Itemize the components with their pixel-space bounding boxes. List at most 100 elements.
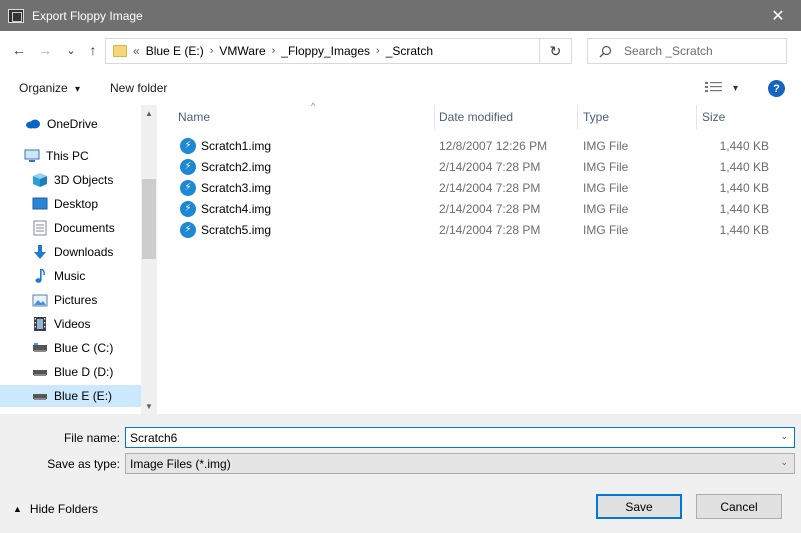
file-name: Scratch2.img	[201, 159, 272, 174]
cube-icon	[32, 173, 48, 187]
file-size: 1,440 KB	[719, 159, 769, 174]
scrollbar-thumb[interactable]	[142, 179, 156, 259]
sidebar-item-videos[interactable]: Videos	[0, 313, 141, 335]
table-row[interactable]: ⚡ Scratch5.img 2/14/2004 7:28 PM IMG File…	[173, 219, 793, 240]
file-name-cell: ⚡ Scratch2.img	[180, 156, 271, 177]
savetype-select[interactable]: Image Files (*.img) ⌄	[125, 453, 795, 474]
column-header-size[interactable]: Size	[697, 105, 793, 129]
drive-icon	[32, 365, 48, 379]
navigation-bar: ← → ⌄ ↑ « Blue E (E:) › VMWare › _Floppy…	[0, 31, 801, 71]
breadcrumb-floppy-images[interactable]: _Floppy_Images	[281, 44, 370, 58]
cloud-icon	[25, 117, 41, 131]
file-list: Name ^ Date modified Type Size ⚡ Scratch1…	[160, 101, 801, 414]
file-type: IMG File	[583, 180, 629, 195]
address-bar[interactable]: « Blue E (E:) › VMWare › _Floppy_Images …	[105, 38, 540, 64]
sidebar-item-music[interactable]: Music	[0, 265, 141, 287]
sidebar-item-desktop[interactable]: Desktop	[0, 193, 141, 215]
new-folder-button[interactable]: New folder	[110, 81, 167, 95]
forward-arrow-icon: →	[38, 42, 52, 58]
disk-image-icon: ⚡	[180, 137, 196, 154]
sidebar-item-pictures[interactable]: Pictures	[0, 289, 141, 311]
back-arrow-icon: ←	[12, 42, 26, 58]
sidebar-item-label: Blue C (C:)	[54, 341, 114, 355]
file-name-cell: ⚡ Scratch3.img	[180, 177, 271, 198]
hide-folders-button[interactable]: ▲ Hide Folders	[13, 502, 98, 516]
chevron-down-icon[interactable]: ⌄	[780, 431, 788, 442]
filename-field[interactable]: Scratch6 ⌄	[125, 427, 795, 448]
sidebar-item-blue-e[interactable]: Blue E (E:)	[0, 385, 141, 407]
help-button[interactable]: ?	[768, 80, 785, 97]
save-label: Save	[625, 499, 653, 514]
savetype-value: Image Files (*.img)	[130, 456, 231, 471]
navigation-pane-scrollbar[interactable]: ▲ ▼	[141, 105, 157, 414]
breadcrumb-separator[interactable]: ›	[272, 45, 276, 57]
file-name: Scratch4.img	[201, 201, 272, 216]
breadcrumb-separator[interactable]: ›	[210, 45, 214, 57]
navigation-pane: OneDrive This PC 3D Objects Desktop Docu…	[0, 105, 157, 414]
up-button[interactable]: ↑	[82, 39, 104, 61]
disk-image-icon: ⚡	[180, 221, 196, 238]
savetype-label: Save as type:	[47, 457, 120, 471]
computer-icon	[24, 149, 40, 163]
organize-button[interactable]: Organize ▾	[19, 81, 80, 95]
chevron-down-icon: ⌄	[780, 457, 788, 467]
sidebar-item-documents[interactable]: Documents	[0, 217, 141, 239]
file-name: Scratch1.img	[201, 138, 272, 153]
search-icon	[598, 44, 612, 58]
table-row[interactable]: ⚡ Scratch1.img 12/8/2007 12:26 PM IMG Fil…	[173, 135, 793, 156]
refresh-button[interactable]: ↻	[540, 38, 572, 64]
file-type: IMG File	[583, 138, 629, 153]
breadcrumb-scratch[interactable]: _Scratch	[386, 44, 433, 58]
cancel-button[interactable]: Cancel	[696, 494, 782, 519]
chevron-down-icon: ▾	[75, 84, 81, 95]
file-name: Scratch5.img	[201, 222, 272, 237]
file-size: 1,440 KB	[719, 201, 769, 216]
change-view-button[interactable]: ▾	[705, 80, 745, 96]
column-header-label: Date modified	[439, 110, 514, 124]
file-date: 2/14/2004 7:28 PM	[439, 201, 541, 216]
drive-icon	[32, 389, 48, 403]
drive-icon	[32, 341, 48, 355]
sidebar-item-label: Documents	[54, 221, 115, 235]
column-header-type[interactable]: Type	[578, 105, 697, 129]
details-view-icon	[705, 81, 723, 96]
scroll-up-icon: ▲	[145, 108, 153, 118]
refresh-icon: ↻	[549, 42, 562, 59]
chevron-down-icon: ⌄	[66, 44, 76, 57]
back-button[interactable]: ←	[8, 39, 30, 61]
breadcrumb-blue-e[interactable]: Blue E (E:)	[146, 44, 204, 58]
file-name: Scratch3.img	[201, 180, 272, 195]
breadcrumb-overflow[interactable]: «	[133, 44, 140, 58]
sort-ascending-icon: ^	[311, 101, 316, 111]
sidebar-item-blue-c[interactable]: Blue C (C:)	[0, 337, 141, 359]
scroll-down-button[interactable]: ▼	[141, 398, 157, 414]
sidebar-item-3d-objects[interactable]: 3D Objects	[0, 169, 141, 191]
up-arrow-icon: ↑	[89, 42, 97, 58]
save-button[interactable]: Save	[596, 494, 682, 519]
scroll-up-button[interactable]: ▲	[141, 105, 157, 121]
sidebar-item-blue-d[interactable]: Blue D (D:)	[0, 361, 141, 383]
app-icon	[8, 8, 24, 23]
close-button[interactable]: ✕	[755, 0, 801, 31]
table-row[interactable]: ⚡ Scratch3.img 2/14/2004 7:28 PM IMG File…	[173, 177, 793, 198]
new-folder-label: New folder	[110, 81, 168, 95]
forward-button[interactable]: →	[34, 39, 56, 61]
column-header-name[interactable]: Name ^	[173, 101, 435, 129]
sidebar-item-label: Pictures	[54, 293, 98, 307]
folder-icon	[113, 45, 127, 57]
table-row[interactable]: ⚡ Scratch2.img 2/14/2004 7:28 PM IMG File…	[173, 156, 793, 177]
disk-image-icon: ⚡	[180, 158, 196, 175]
close-icon: ✕	[771, 7, 785, 25]
table-row[interactable]: ⚡ Scratch4.img 2/14/2004 7:28 PM IMG File…	[173, 198, 793, 219]
search-input[interactable]: Search _Scratch	[587, 38, 787, 64]
sidebar-item-onedrive[interactable]: OneDrive	[0, 113, 141, 135]
column-header-date[interactable]: Date modified	[434, 105, 578, 129]
breadcrumb-separator[interactable]: ›	[376, 45, 380, 57]
sidebar-item-this-pc[interactable]: This PC	[0, 145, 141, 167]
recent-locations-button[interactable]: ⌄	[60, 39, 82, 61]
breadcrumb-vmware[interactable]: VMWare	[219, 44, 265, 58]
sidebar-item-downloads[interactable]: Downloads	[0, 241, 141, 263]
cancel-label: Cancel	[720, 499, 758, 514]
title-bar: Export Floppy Image ✕	[0, 0, 801, 31]
chevron-down-icon: ▾	[733, 82, 739, 94]
